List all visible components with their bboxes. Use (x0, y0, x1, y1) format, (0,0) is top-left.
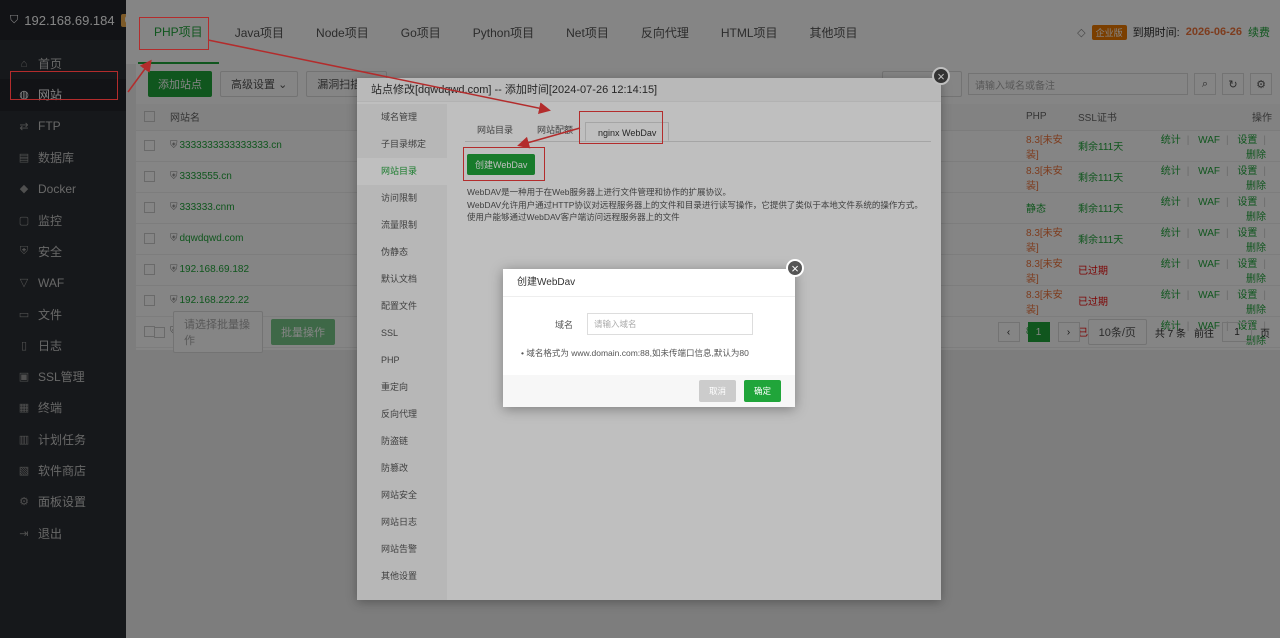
domain-label: 域名 (554, 319, 573, 330)
close-icon[interactable]: × (786, 259, 804, 277)
create-webdav-dialog: 创建WebDav 域名 请输入域名 • 域名格式为 www.domain.com… (503, 269, 795, 407)
domain-tip-text: 域名格式为 www.domain.com:88,如未传端口信息,默认为80 (526, 348, 749, 358)
cancel-button[interactable]: 取消 (698, 380, 736, 402)
domain-input[interactable]: 请输入域名 (587, 313, 753, 335)
webdav-dialog-footer: 取消 确定 (503, 375, 795, 407)
webdav-dialog-title: 创建WebDav (503, 269, 795, 297)
domain-tip: • 域名格式为 www.domain.com:88,如未传端口信息,默认为80 (521, 348, 749, 358)
domain-row: 域名 请输入域名 (503, 313, 795, 335)
confirm-button[interactable]: 确定 (743, 380, 781, 402)
